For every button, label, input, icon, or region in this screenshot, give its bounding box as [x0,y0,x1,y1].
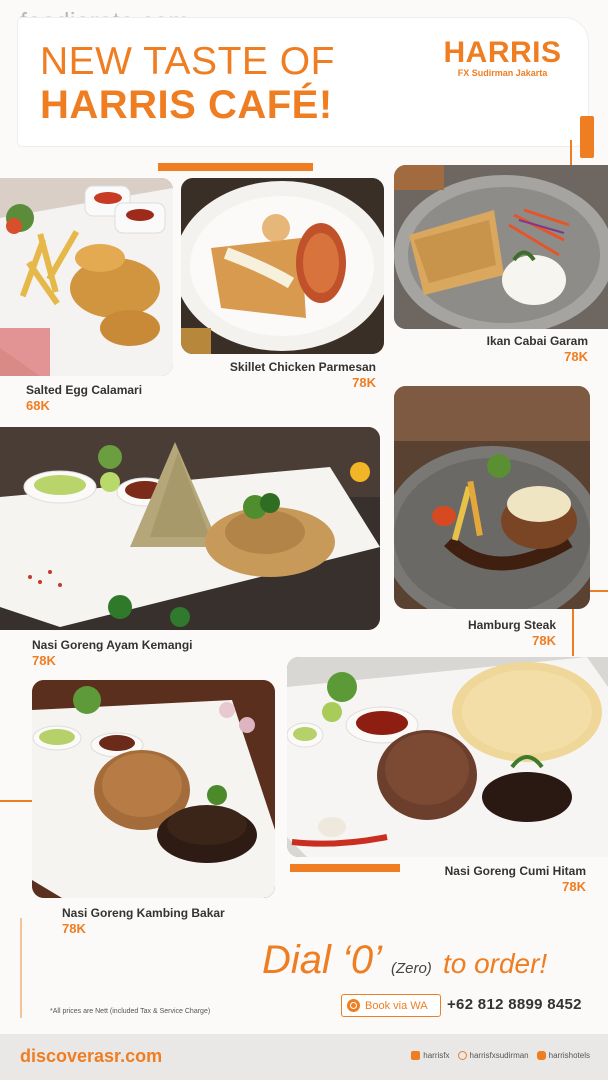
dish-price: 78K [62,921,86,936]
dish-photo-hamburg-steak [394,386,590,609]
phone-number[interactable]: +62 812 8899 8452 [447,996,582,1013]
dish-name: Hamburg Steak [467,618,556,632]
dish-price: 78K [32,653,56,668]
dish-photo-skillet-chicken-parmesan [181,178,384,354]
instagram-icon [457,1051,467,1060]
title-line-1: NEW TASTE OF [40,40,335,83]
dish-price: 78K [564,349,588,364]
facebook-link[interactable]: harrisfx [411,1051,450,1060]
dish-price: 68K [26,398,50,413]
facebook-handle: harrisfx [423,1051,450,1060]
dish-price: 78K [562,879,586,894]
dish-skillet-chicken-parmesan: Skillet Chicken Parmesan 78K [200,360,376,391]
dish-name: Ikan Cabai Garam [486,334,588,348]
header-accent-bar [580,116,594,158]
divider-line [588,590,608,592]
dish-price: 78K [532,633,556,648]
youtube-handle: harrishotels [548,1051,590,1060]
dial-rest: to order! [442,948,548,979]
wa-button-label: Book via WA [365,999,428,1012]
page-title: NEW TASTE OF HARRIS CAFÉ! [40,42,335,125]
dial-to-order: Dial ‘0’ (Zero) to order! [262,938,547,983]
accent-bar [290,864,400,872]
youtube-icon [536,1051,546,1060]
dish-name: Nasi Goreng Ayam Kemangi [32,638,193,652]
dish-nasi-goreng-ayam-kemangi: Nasi Goreng Ayam Kemangi 78K [32,638,193,669]
footer: discoverasr.com harrisfx harrisfxsudirma… [0,1034,608,1080]
brand-location: FX Sudirman Jakarta [457,68,548,78]
whatsapp-icon [347,999,360,1012]
instagram-handle: harrisfxsudirman [469,1051,529,1060]
dish-name: Skillet Chicken Parmesan [229,360,376,374]
dish-price: 78K [352,375,376,390]
harris-logo: HARRIS FX Sudirman Jakarta [440,36,565,78]
social-links: harrisfx harrisfxsudirman harrishotels [411,1051,590,1060]
title-line-2: HARRIS CAFÉ! [40,83,333,127]
dish-photo-nasi-goreng-cumi-hitam [287,657,608,857]
facebook-icon [411,1051,421,1060]
dish-photo-nasi-goreng-ayam-kemangi [0,427,380,630]
dish-hamburg-steak: Hamburg Steak 78K [440,618,556,649]
dish-name: Salted Egg Calamari [26,383,143,397]
dish-salted-egg-calamari: Salted Egg Calamari 68K [26,383,142,414]
brand-name: HARRIS [443,36,562,69]
price-note: *All prices are Nett (included Tax & Ser… [50,1008,211,1015]
youtube-link[interactable]: harrishotels [536,1051,590,1060]
dish-photo-nasi-goreng-kambing-bakar [32,680,275,898]
dish-photo-ikan-cabai-garam [394,165,608,329]
book-via-wa-button[interactable]: Book via WA [341,994,441,1017]
title-underline-bar [158,163,313,171]
dish-nasi-goreng-cumi-hitam: Nasi Goreng Cumi Hitam 78K [420,864,586,895]
dial-main: Dial ‘0’ [262,938,380,982]
instagram-link[interactable]: harrisfxsudirman [457,1051,529,1060]
dish-photo-salted-egg-calamari [0,178,173,376]
dish-ikan-cabai-garam: Ikan Cabai Garam 78K [440,334,588,365]
dish-name: Nasi Goreng Kambing Bakar [62,906,225,920]
dial-zero: (Zero) [390,960,432,977]
dish-nasi-goreng-kambing-bakar: Nasi Goreng Kambing Bakar 78K [62,906,225,937]
divider-line [20,918,22,1018]
dish-name: Nasi Goreng Cumi Hitam [444,864,586,878]
website-link[interactable]: discoverasr.com [20,1046,162,1067]
